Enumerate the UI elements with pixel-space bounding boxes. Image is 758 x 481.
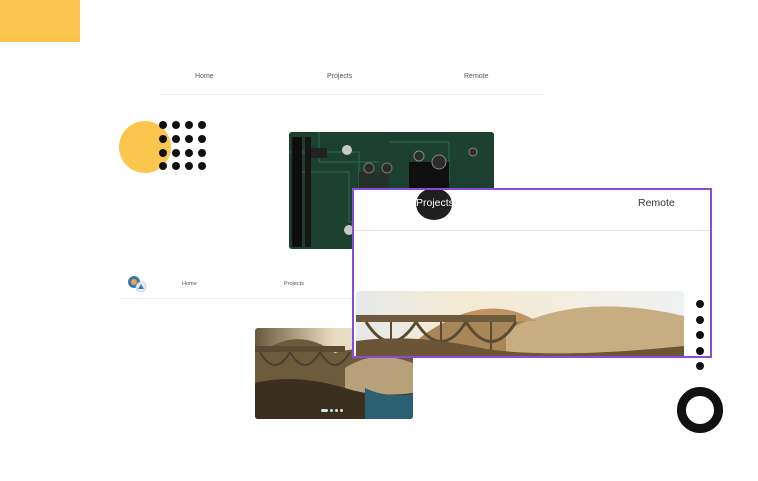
mockup-nav-middle: Home Projects	[120, 272, 355, 299]
bridge-hero-image	[356, 291, 684, 356]
nav-link-home[interactable]: Home	[195, 73, 214, 80]
decorative-ring	[677, 387, 723, 433]
nav-link-projects[interactable]: Projects	[416, 197, 454, 209]
carousel-indicator[interactable]	[321, 408, 343, 413]
decorative-dot-grid	[159, 121, 209, 171]
nav-link-home[interactable]: Home	[182, 281, 197, 287]
mockup-nav-top: Home Projects Remote	[160, 66, 545, 95]
nav-link-projects[interactable]: Projects	[284, 281, 304, 287]
decorative-vertical-dots	[696, 300, 704, 378]
nav-link-remote[interactable]: Remote	[464, 73, 489, 80]
decorative-corner-block	[0, 0, 80, 42]
mockup-nav-front: Projects Remote	[354, 190, 710, 231]
nav-link-projects[interactable]: Projects	[327, 73, 352, 80]
nav-link-remote[interactable]: Remote	[638, 197, 675, 209]
highlighted-mockup: Projects Remote	[352, 188, 712, 358]
